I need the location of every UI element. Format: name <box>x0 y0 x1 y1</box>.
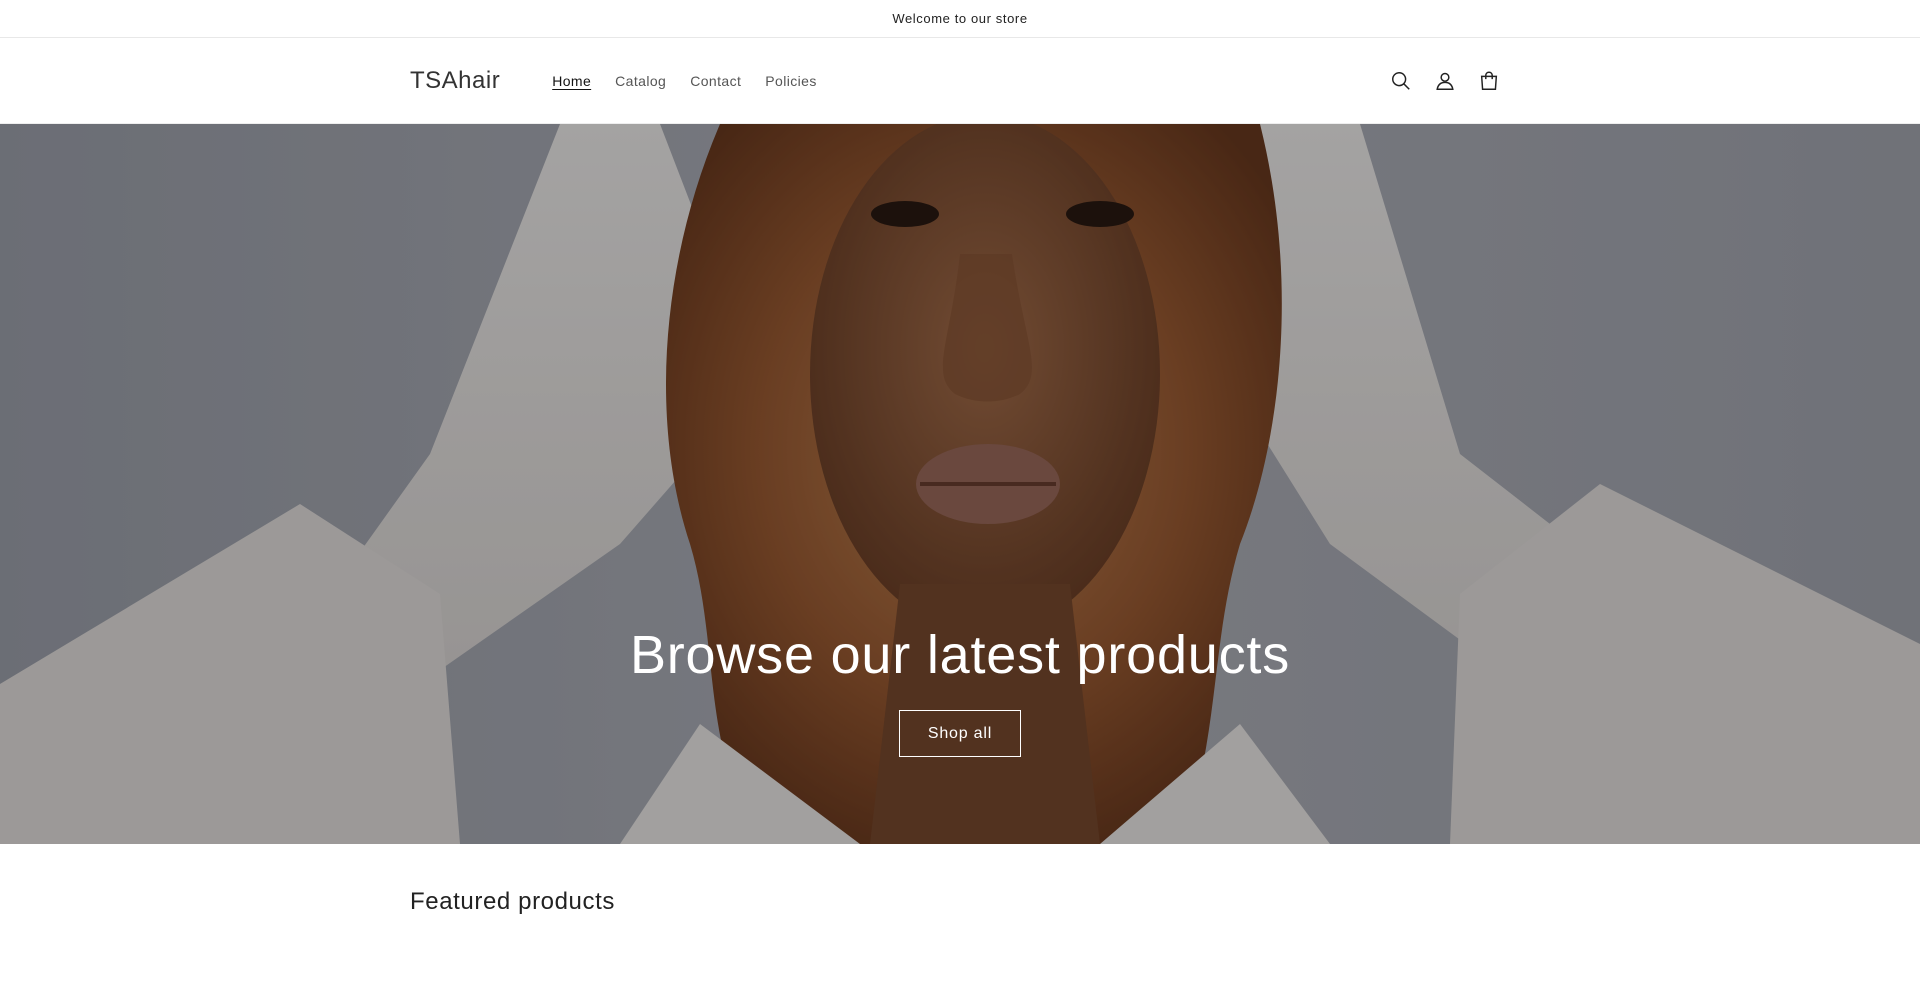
account-icon <box>1436 72 1454 90</box>
nav-catalog[interactable]: Catalog <box>603 67 678 95</box>
nav-policies[interactable]: Policies <box>753 67 828 95</box>
account-button[interactable] <box>1430 66 1460 96</box>
header-icons <box>1386 66 1504 96</box>
cart-icon <box>1480 71 1498 90</box>
nav-contact[interactable]: Contact <box>678 67 753 95</box>
site-header: TSAhair Home Catalog Contact Policies <box>0 38 1920 124</box>
nav-home[interactable]: Home <box>540 67 603 95</box>
main-nav: Home Catalog Contact Policies <box>540 67 829 95</box>
store-logo[interactable]: TSAhair <box>410 67 500 95</box>
hero-content: Browse our latest products Shop all <box>0 624 1920 757</box>
shop-all-button[interactable]: Shop all <box>899 710 1021 757</box>
announcement-bar: Welcome to our store <box>0 0 1920 38</box>
hero-title: Browse our latest products <box>629 625 1291 685</box>
search-button[interactable] <box>1386 66 1416 96</box>
cart-button[interactable] <box>1474 66 1504 96</box>
search-icon <box>1392 71 1410 90</box>
featured-title: Featured products <box>410 888 615 915</box>
hero-banner: Browse our latest products Shop all <box>0 124 1920 844</box>
announcement-text: Welcome to our store <box>892 11 1028 26</box>
featured-section: Featured products <box>0 844 1920 916</box>
